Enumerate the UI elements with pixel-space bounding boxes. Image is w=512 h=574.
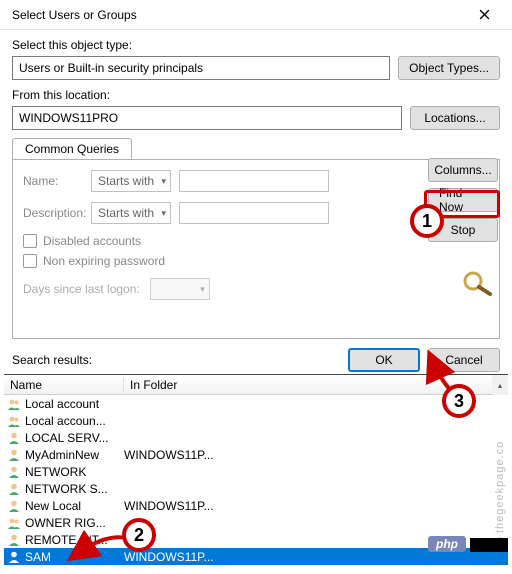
chevron-down-icon: ▾ — [200, 284, 205, 295]
user-icon — [6, 498, 22, 514]
result-folder: WINDOWS11P... — [124, 448, 508, 462]
object-types-button[interactable]: Object Types... — [398, 56, 500, 80]
user-icon — [6, 464, 22, 480]
user-icon — [6, 532, 22, 548]
name-input[interactable] — [179, 170, 329, 192]
magnifier-icon — [460, 270, 494, 296]
name-mode-combo[interactable]: Starts with ▾ — [91, 170, 171, 192]
name-label: Name: — [23, 174, 83, 188]
ok-button[interactable]: OK — [348, 348, 420, 372]
chevron-down-icon: ▾ — [161, 208, 166, 219]
description-input[interactable] — [179, 202, 329, 224]
close-icon — [479, 9, 490, 20]
window-title: Select Users or Groups — [12, 8, 137, 22]
chevron-up-icon: ▴ — [498, 381, 502, 390]
location-field[interactable]: WINDOWS11PRO — [12, 106, 402, 130]
non-expiring-label: Non expiring password — [43, 254, 165, 268]
group-icon — [6, 413, 22, 429]
result-row[interactable]: OWNER RIG... — [4, 514, 508, 531]
object-type-label: Select this object type: — [12, 38, 500, 52]
result-name: NETWORK S... — [25, 482, 124, 496]
php-badge: php — [428, 536, 466, 552]
result-name: OWNER RIG... — [25, 516, 124, 530]
result-name: Local accoun... — [25, 414, 124, 428]
redaction-bar — [470, 538, 508, 552]
result-folder: WINDOWS11P... — [124, 499, 508, 513]
result-row[interactable]: NETWORK — [4, 463, 508, 480]
result-name: Local account — [25, 397, 124, 411]
disabled-accounts-checkbox[interactable] — [23, 234, 37, 248]
result-name: NETWORK — [25, 465, 124, 479]
user-icon — [6, 481, 22, 497]
scroll-up-button[interactable]: ▴ — [492, 375, 508, 395]
result-name: New Local — [25, 499, 124, 513]
close-button[interactable] — [464, 1, 504, 29]
user-icon — [6, 549, 22, 565]
search-results-label: Search results: — [12, 353, 92, 367]
column-header-name[interactable]: Name — [4, 378, 124, 392]
annotation-1: 1 — [410, 204, 444, 238]
tab-common-queries[interactable]: Common Queries — [12, 138, 132, 159]
days-since-logon-combo[interactable]: ▾ — [150, 278, 210, 300]
non-expiring-checkbox[interactable] — [23, 254, 37, 268]
disabled-accounts-label: Disabled accounts — [43, 234, 141, 248]
result-row[interactable]: MyAdminNewWINDOWS11P... — [4, 446, 508, 463]
columns-button[interactable]: Columns... — [428, 158, 498, 182]
chevron-down-icon: ▾ — [161, 176, 166, 187]
result-row[interactable]: Local accoun... — [4, 412, 508, 429]
days-since-logon-label: Days since last logon: — [23, 282, 140, 296]
group-icon — [6, 396, 22, 412]
result-row[interactable]: New LocalWINDOWS11P... — [4, 497, 508, 514]
annotation-2: 2 — [122, 518, 156, 552]
description-label: Description: — [23, 206, 83, 220]
result-name: LOCAL SERV... — [25, 431, 124, 445]
object-type-field[interactable]: Users or Built-in security principals — [12, 56, 390, 80]
result-name: MyAdminNew — [25, 448, 124, 462]
user-icon — [6, 447, 22, 463]
description-mode-combo[interactable]: Starts with ▾ — [91, 202, 171, 224]
annotation-3: 3 — [442, 384, 476, 418]
user-icon — [6, 430, 22, 446]
group-icon — [6, 515, 22, 531]
result-row[interactable]: NETWORK S... — [4, 480, 508, 497]
result-row[interactable]: LOCAL SERV... — [4, 429, 508, 446]
location-label: From this location: — [12, 88, 500, 102]
common-queries-panel: Name: Starts with ▾ Description: Starts … — [12, 159, 500, 339]
locations-button[interactable]: Locations... — [410, 106, 500, 130]
